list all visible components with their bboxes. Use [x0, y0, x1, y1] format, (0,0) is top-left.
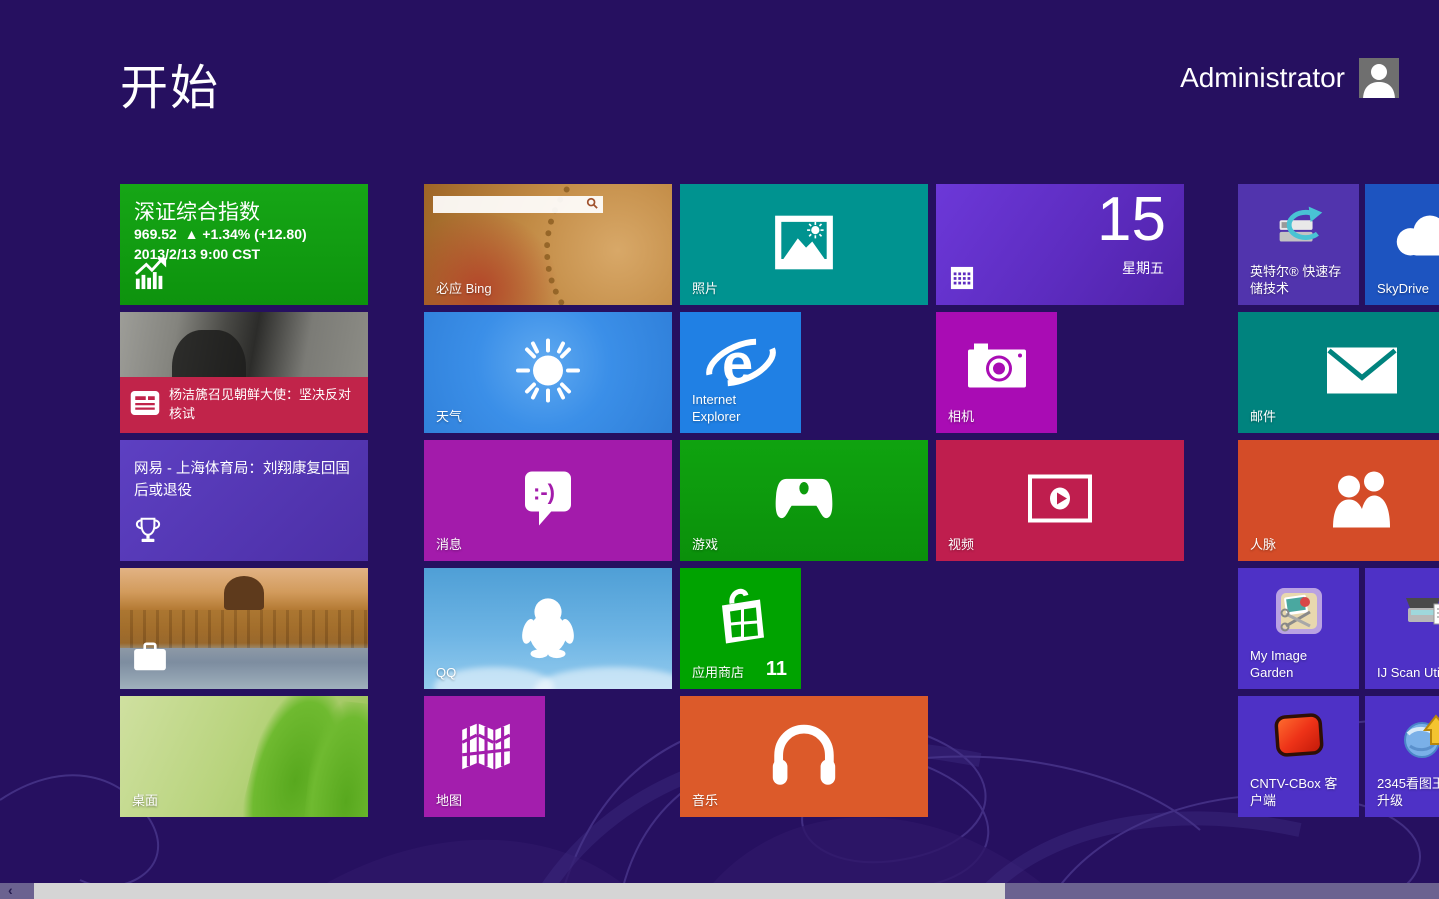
- stock-change: ▲ +1.34% (+12.80): [185, 226, 307, 242]
- messages-label: 消息: [436, 537, 462, 554]
- tile-travel[interactable]: [120, 568, 368, 689]
- scrollbar-thumb[interactable]: [34, 883, 1005, 899]
- stock-value: 969.52: [134, 226, 177, 242]
- tile-stock-index[interactable]: 深证综合指数 969.52 ▲ +1.34% (+12.80) 2013/2/1…: [120, 184, 368, 305]
- desktop-label: 桌面: [132, 793, 158, 810]
- sun-icon: [508, 330, 588, 415]
- scanner-icon: [1398, 586, 1439, 641]
- internet-explorer-label: Internet Explorer: [692, 391, 772, 426]
- search-icon: [586, 196, 598, 214]
- weather-label: 天气: [436, 409, 462, 426]
- tile-internet-explorer[interactable]: e Internet Explorer: [680, 312, 801, 433]
- music-label: 音乐: [692, 793, 718, 810]
- tile-calendar[interactable]: 15 星期五: [936, 184, 1184, 305]
- tile-store[interactable]: 应用商店 11: [680, 568, 801, 689]
- tile-games[interactable]: 游戏: [680, 440, 928, 561]
- tile-mail[interactable]: 邮件: [1238, 312, 1439, 433]
- intel-storage-icon: [1268, 198, 1330, 259]
- mail-label: 邮件: [1250, 409, 1276, 426]
- tile-desktop[interactable]: 桌面: [120, 696, 368, 817]
- tile-camera[interactable]: 相机: [936, 312, 1057, 433]
- tile-skydrive[interactable]: SkyDrive: [1365, 184, 1439, 305]
- stock-title: 深证综合指数: [134, 196, 260, 226]
- tile-cntv-cbox[interactable]: CNTV-CBox 客户端: [1238, 696, 1359, 817]
- photos-icon: [771, 213, 837, 276]
- store-badge: 11: [766, 658, 787, 681]
- tile-messages[interactable]: :-) 消息: [424, 440, 672, 561]
- trophy-icon: [132, 514, 164, 551]
- globe-update-icon: [1398, 712, 1439, 769]
- tile-intel-rapid-storage[interactable]: 英特尔® 快速存储技术: [1238, 184, 1359, 305]
- p2345-label: 2345看图王版本升级: [1377, 775, 1439, 810]
- headphones-icon: [765, 719, 843, 794]
- tile-maps[interactable]: 地图: [424, 696, 545, 817]
- tile-netease-sports[interactable]: 网易 - 上海体育局：刘翔康复回国后或退役: [120, 440, 368, 561]
- ij-scan-label: IJ Scan Utility: [1377, 664, 1439, 682]
- bing-label: 必应 Bing: [436, 281, 492, 298]
- cntv-tv-icon: [1271, 712, 1327, 765]
- tile-qq[interactable]: QQ: [424, 568, 672, 689]
- my-image-garden-icon: [1272, 584, 1326, 643]
- news-icon: [130, 390, 160, 421]
- tile-2345-update[interactable]: 2345看图王版本升级: [1365, 696, 1439, 817]
- maps-icon: [456, 718, 514, 781]
- tile-people[interactable]: 人脉: [1238, 440, 1439, 561]
- qq-penguin-icon: [514, 591, 582, 666]
- video-label: 视频: [948, 537, 974, 554]
- cntv-label: CNTV-CBox 客户端: [1250, 775, 1346, 810]
- people-icon: [1324, 469, 1400, 532]
- suitcase-icon: [132, 642, 168, 677]
- skydrive-label: SkyDrive: [1377, 281, 1429, 298]
- video-player-icon: [1027, 473, 1093, 528]
- bing-search-bar[interactable]: [433, 196, 603, 213]
- messages-icon: :-): [515, 465, 581, 536]
- tile-bing[interactable]: 必应 Bing: [424, 184, 672, 305]
- intel-label: 英特尔® 快速存储技术: [1250, 263, 1346, 298]
- camera-label: 相机: [948, 409, 974, 426]
- maps-label: 地图: [436, 793, 462, 810]
- news-banner: 杨洁篪召见朝鲜大使：坚决反对核试: [120, 377, 368, 433]
- tile-news[interactable]: 杨洁篪召见朝鲜大使：坚决反对核试: [120, 312, 368, 433]
- games-label: 游戏: [692, 537, 718, 554]
- calendar-day: 15: [1097, 186, 1166, 254]
- calendar-icon: [950, 266, 974, 295]
- user-area[interactable]: Administrator: [1180, 58, 1399, 98]
- stock-chart-icon: [132, 256, 170, 295]
- store-label: 应用商店: [692, 665, 744, 682]
- user-name[interactable]: Administrator: [1180, 62, 1345, 94]
- qq-label: QQ: [436, 665, 456, 682]
- svg-text::-): :-): [533, 479, 555, 504]
- news-headline: 杨洁篪召见朝鲜大使：坚决反对核试: [169, 386, 358, 424]
- my-image-garden-label: My Image Garden: [1250, 647, 1346, 682]
- page-title: 开始: [120, 48, 220, 118]
- cloud-icon: [1387, 208, 1439, 265]
- camera-icon: [966, 341, 1028, 394]
- game-controller-icon: [771, 473, 837, 528]
- tile-video[interactable]: 视频: [936, 440, 1184, 561]
- mail-envelope-icon: [1325, 345, 1399, 400]
- people-label: 人脉: [1250, 537, 1276, 554]
- user-avatar-icon[interactable]: [1359, 58, 1399, 98]
- tile-photos[interactable]: 照片: [680, 184, 928, 305]
- tile-ij-scan-utility[interactable]: IJ Scan Utility: [1365, 568, 1439, 689]
- photos-label: 照片: [692, 281, 718, 298]
- tile-my-image-garden[interactable]: My Image Garden: [1238, 568, 1359, 689]
- horizontal-scrollbar[interactable]: ‹: [0, 883, 1439, 899]
- netease-headline: 网易 - 上海体育局：刘翔康复回国后或退役: [134, 458, 354, 503]
- store-icon: [710, 583, 772, 654]
- tile-music[interactable]: 音乐: [680, 696, 928, 817]
- calendar-weekday: 星期五: [1122, 258, 1164, 278]
- tile-weather[interactable]: 天气: [424, 312, 672, 433]
- scroll-left-arrow[interactable]: ‹: [8, 883, 28, 899]
